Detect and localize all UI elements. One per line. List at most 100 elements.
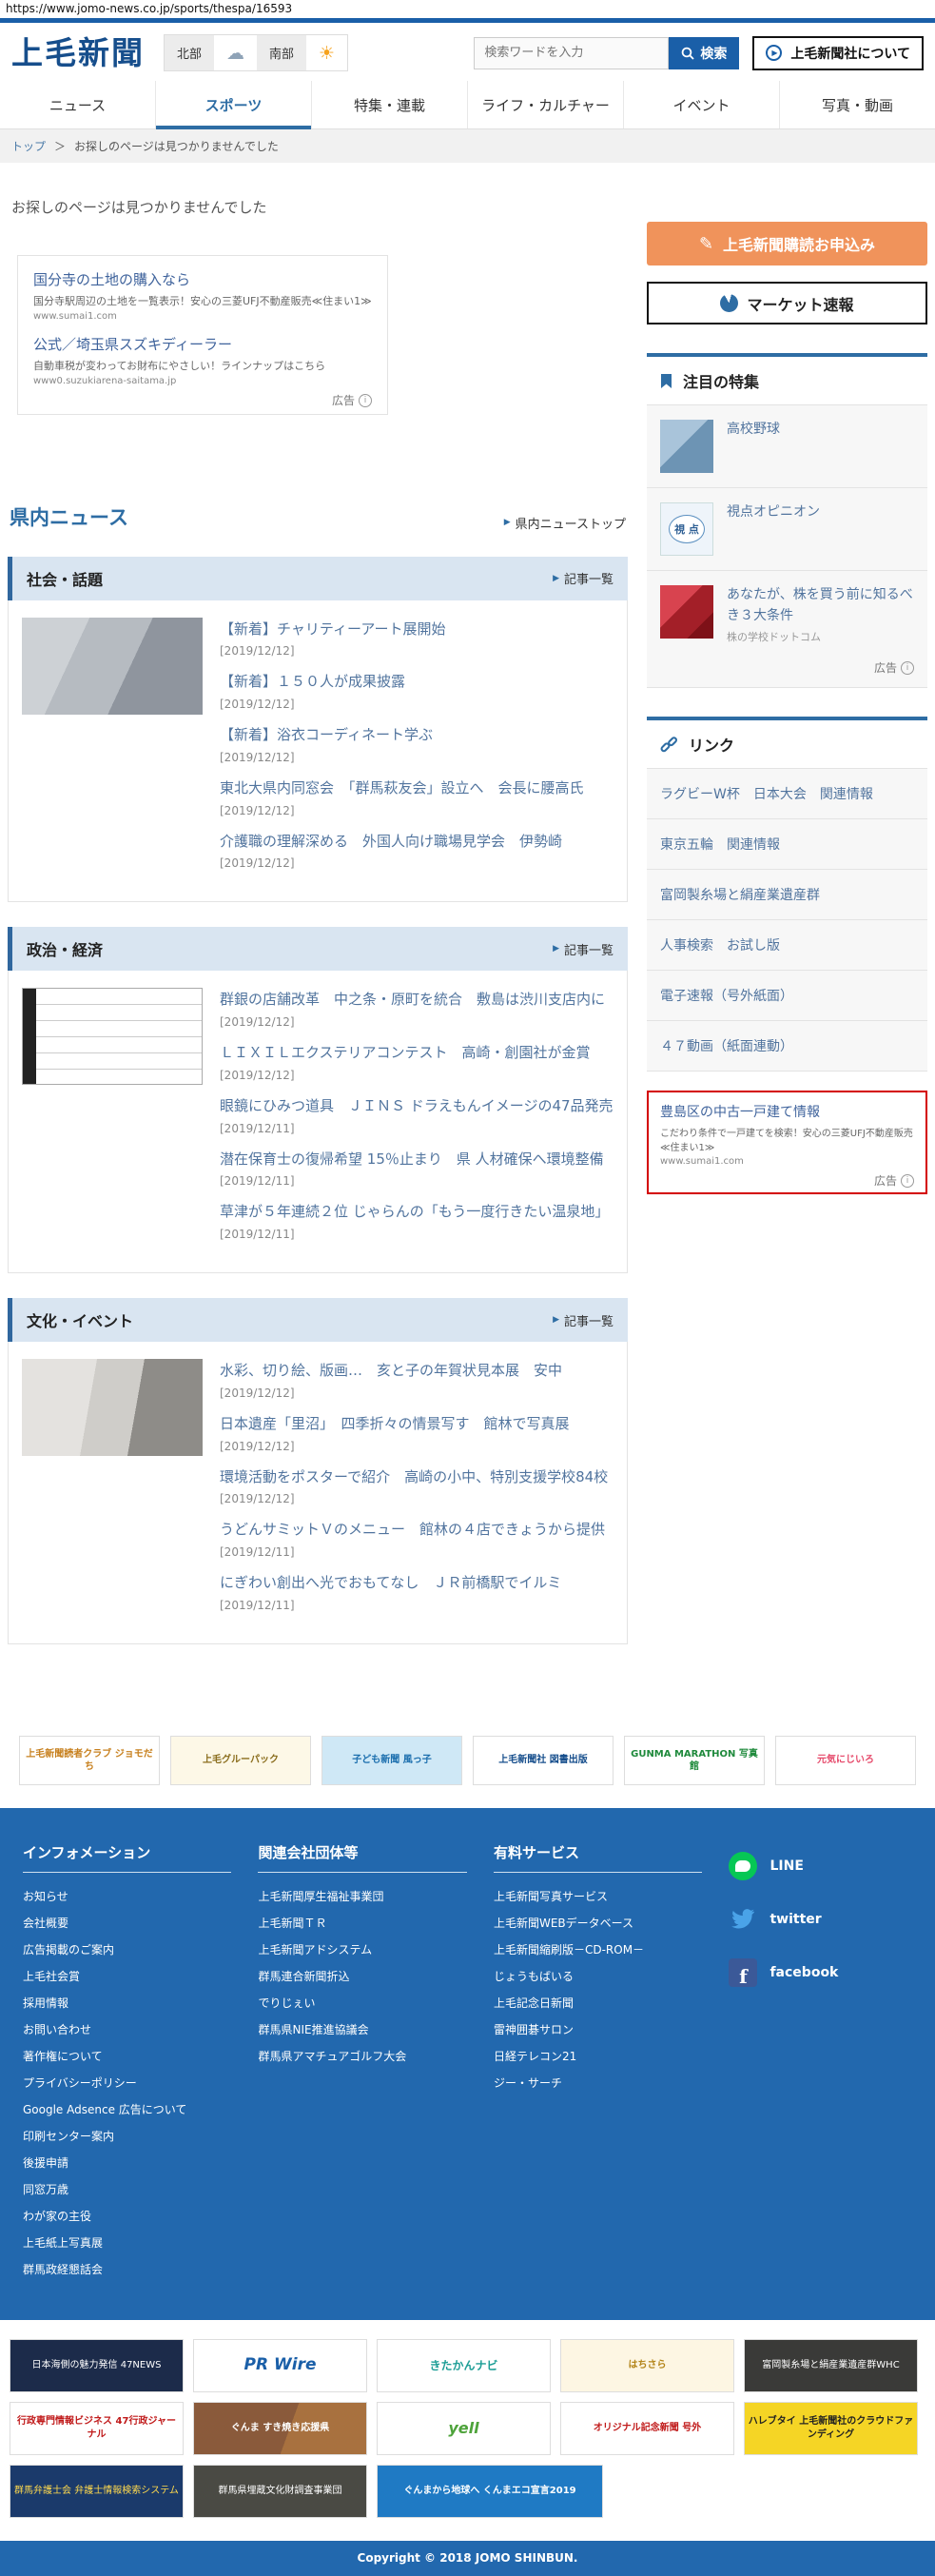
sidebar-link-tomioka[interactable]: 富岡製糸場と絹産業遺産群 <box>647 870 927 921</box>
article-thumbnail-image[interactable] <box>22 617 203 715</box>
banner-bengoshi-search[interactable]: 群馬弁護士会 弁護士情報検索システム <box>10 2464 184 2518</box>
footer-link[interactable]: 上毛新聞ＴＲ <box>258 1915 466 1931</box>
footer-link[interactable]: 日経テレコン21 <box>494 2048 702 2064</box>
article-item[interactable]: 【新着】１５０人が成果披露 [2019/12/12] <box>220 672 614 711</box>
article-item[interactable]: ＬＩＸＩＬエクステリアコンテスト 高崎・創園社が金賞 [2019/12/12] <box>220 1043 614 1082</box>
footer-link[interactable]: 採用情報 <box>23 1995 231 2011</box>
article-title[interactable]: 【新着】１５０人が成果披露 <box>220 672 614 693</box>
search-button[interactable]: 検索 <box>669 36 740 69</box>
article-list-link[interactable]: ▶ 記事一覧 <box>553 569 614 587</box>
banner-tomioka-whc[interactable]: 富岡製糸場と絹産業遺産群WHC <box>744 2338 918 2392</box>
banner-gunma-food[interactable]: ぐんま すき焼き応援県 <box>193 2401 367 2455</box>
tab-events[interactable]: イベント <box>623 81 779 128</box>
banner-group-pack[interactable]: 上毛グルーパック <box>170 1735 311 1785</box>
footer-link[interactable]: 群馬県NIE推進協議会 <box>258 2021 466 2037</box>
article-list-link[interactable]: ▶ 記事一覧 <box>553 1311 614 1329</box>
site-logo[interactable]: 上毛新聞 <box>11 37 145 69</box>
article-title[interactable]: 群銀の店舗改革 中之条・原町を統合 敷島は渋川支店内に <box>220 990 614 1011</box>
tab-life-culture[interactable]: ライフ・カルチャー <box>467 81 623 128</box>
info-icon[interactable]: i <box>901 660 914 675</box>
banner-jomodachi[interactable]: 上毛新聞読者クラブ ジョモだち <box>19 1735 160 1785</box>
banner-gunma-marathon[interactable]: GUNMA MARATHON 写真館 <box>624 1735 765 1785</box>
info-icon[interactable]: i <box>901 1173 914 1188</box>
text-ad[interactable]: 国分寺の土地の購入なら 国分寺駅周辺の土地を一覧表示！安心の三菱UFJ不動産販売… <box>33 269 372 322</box>
article-item[interactable]: 介護職の理解深める 外国人向け職場見学会 伊勢崎 [2019/12/12] <box>220 832 614 871</box>
tab-features[interactable]: 特集・連載 <box>311 81 467 128</box>
tab-photo-video[interactable]: 写真・動画 <box>779 81 935 128</box>
banner-gogai[interactable]: オリジナル記念新聞 号外 <box>560 2401 734 2455</box>
banner-maizo-bunkazai[interactable]: 群馬県埋蔵文化財調査事業団 <box>193 2464 367 2518</box>
footer-link[interactable]: 会社概要 <box>23 1915 231 1931</box>
article-item[interactable]: 眼鏡にひみつ道具 ＪＩＮＳ ドラえもんイメージの47品発売 [2019/12/1… <box>220 1096 614 1135</box>
footer-link[interactable]: 後援申請 <box>23 2154 231 2171</box>
footer-link[interactable]: 群馬政経懇話会 <box>23 2261 231 2277</box>
banner-hachisara[interactable]: はちさら <box>560 2338 734 2392</box>
about-company-button[interactable]: ▶ 上毛新聞社について <box>752 35 924 70</box>
subscribe-button[interactable]: ✎ 上毛新聞購読お申込み <box>647 222 927 265</box>
footer-link[interactable]: 同窓万歳 <box>23 2181 231 2197</box>
footer-link[interactable]: 著作権について <box>23 2048 231 2064</box>
footer-link[interactable]: 上毛新聞縮刷版－CD-ROM－ <box>494 1941 702 1957</box>
article-item[interactable]: 【新着】浴衣コーディネート学ぶ [2019/12/12] <box>220 725 614 764</box>
article-title[interactable]: 潜在保育士の復帰希望 15％止まり 県 人材確保へ環境整備 <box>220 1150 614 1170</box>
article-item[interactable]: 群銀の店舗改革 中之条・原町を統合 敷島は渋川支店内に [2019/12/12] <box>220 990 614 1029</box>
article-thumbnail-image[interactable] <box>22 988 203 1086</box>
footer-link[interactable]: プライバシーポリシー <box>23 2075 231 2091</box>
footer-link[interactable]: 上毛新聞アドシステム <box>258 1941 466 1957</box>
tab-news[interactable]: ニュース <box>0 81 155 128</box>
featured-item[interactable]: 視 点 視点オピニオン <box>647 488 927 571</box>
article-title[interactable]: 【新着】浴衣コーディネート学ぶ <box>220 725 614 746</box>
footer-link[interactable]: ジー・サーチ <box>494 2075 702 2091</box>
footer-link[interactable]: 上毛新聞WEBデータベース <box>494 1915 702 1931</box>
sidebar-link-olympics[interactable]: 東京五輪 関連情報 <box>647 819 927 871</box>
ad-title-link[interactable]: 国分寺の土地の購入なら <box>33 269 372 289</box>
article-title[interactable]: 環境活動をポスターで紹介 高崎の小中、特別支援学校84校 <box>220 1467 614 1488</box>
social-line-link[interactable]: LINE <box>729 1842 912 1896</box>
article-item[interactable]: うどんサミットＶのメニュー 館林の４店できょうから提供 [2019/12/11] <box>220 1520 614 1559</box>
footer-link[interactable]: でりじぇい <box>258 1995 466 2011</box>
article-title[interactable]: 介護職の理解深める 外国人向け職場見学会 伊勢崎 <box>220 832 614 853</box>
sidebar-text-ad[interactable]: 豊島区の中古一戸建て情報 こだわり条件で一戸建てを検索！安心の三菱UFJ不動産販… <box>647 1091 927 1195</box>
breadcrumb-home-link[interactable]: トップ <box>11 138 46 154</box>
footer-link[interactable]: じょうもばいる <box>494 1968 702 1984</box>
banner-prwire[interactable]: PR Wire <box>193 2338 367 2392</box>
article-item[interactable]: 草津が５年連続２位 じゃらんの「もう一度行きたい温泉地」 [2019/12/11… <box>220 1202 614 1241</box>
article-title[interactable]: 草津が５年連続２位 じゃらんの「もう一度行きたい温泉地」 <box>220 1202 614 1223</box>
banner-gyosei-journal[interactable]: 行政専門情報ビジネス 47行政ジャーナル <box>10 2401 184 2455</box>
featured-ad-item[interactable]: あなたが、株を買う前に知るべき３大条件 株の学校ドットコム <box>647 571 927 659</box>
footer-link[interactable]: 上毛紙上写真展 <box>23 2234 231 2251</box>
footer-link[interactable]: 群馬連合新聞折込 <box>258 1968 466 1984</box>
banner-genki-nijiiro[interactable]: 元気にじいろ <box>775 1735 916 1785</box>
article-item[interactable]: 日本遺産「里沼」 四季折々の情景写す 館林で写真展 [2019/12/12] <box>220 1414 614 1453</box>
article-item[interactable]: 東北大県内同窓会 「群馬萩友会」設立へ 会長に腰高氏 [2019/12/12] <box>220 778 614 817</box>
ad-title-link[interactable]: 豊島区の中古一戸建て情報 <box>660 1102 914 1121</box>
search-input[interactable] <box>474 36 670 69</box>
banner-gunma-eco-2019[interactable]: ぐんまから地球へ くんまエコ宣言2019 <box>377 2464 603 2518</box>
ad-badge[interactable]: 広告 i <box>33 392 372 408</box>
ad-title-link[interactable]: 公式／埼玉県スズキディーラー <box>33 334 372 354</box>
info-icon[interactable]: i <box>359 393 372 407</box>
article-list-link[interactable]: ▶ 記事一覧 <box>553 940 614 958</box>
banner-yell[interactable]: yell <box>377 2401 551 2455</box>
banner-kazekko[interactable]: 子ども新聞 風っ子 <box>321 1735 462 1785</box>
local-news-top-link[interactable]: ▶ 県内ニューストップ <box>504 514 626 532</box>
article-item[interactable]: 潜在保育士の復帰希望 15％止まり 県 人材確保へ環境整備 [2019/12/1… <box>220 1150 614 1189</box>
article-title[interactable]: ＬＩＸＩＬエクステリアコンテスト 高崎・創園社が金賞 <box>220 1043 614 1064</box>
article-thumbnail-image[interactable] <box>22 1359 203 1456</box>
banner-47news[interactable]: 日本海側の魅力発信 47NEWS <box>10 2338 184 2392</box>
banner-jomo-publishing[interactable]: 上毛新聞社 図書出版 <box>473 1735 614 1785</box>
social-twitter-link[interactable]: twitter <box>729 1896 912 1949</box>
article-title[interactable]: 日本遺産「里沼」 四季折々の情景写す 館林で写真展 <box>220 1414 614 1435</box>
featured-item[interactable]: 高校野球 <box>647 405 927 488</box>
footer-link[interactable]: わが家の主役 <box>23 2208 231 2224</box>
banner-kitakan-navi[interactable]: きたかんナビ <box>377 2338 551 2392</box>
article-title[interactable]: うどんサミットＶのメニュー 館林の４店できょうから提供 <box>220 1520 614 1541</box>
tab-sports[interactable]: スポーツ <box>155 81 311 129</box>
footer-link[interactable]: 上毛新聞写真サービス <box>494 1888 702 1904</box>
footer-link[interactable]: 雷神囲碁サロン <box>494 2021 702 2037</box>
footer-link[interactable]: 上毛社会賞 <box>23 1968 231 1984</box>
banner-harebutai[interactable]: ハレブタイ 上毛新聞社のクラウドファンディング <box>744 2401 918 2455</box>
footer-link[interactable]: 印刷センター案内 <box>23 2128 231 2144</box>
article-title[interactable]: 眼鏡にひみつ道具 ＪＩＮＳ ドラえもんイメージの47品発売 <box>220 1096 614 1117</box>
article-title[interactable]: 【新着】チャリティーアート展開始 <box>220 619 614 640</box>
